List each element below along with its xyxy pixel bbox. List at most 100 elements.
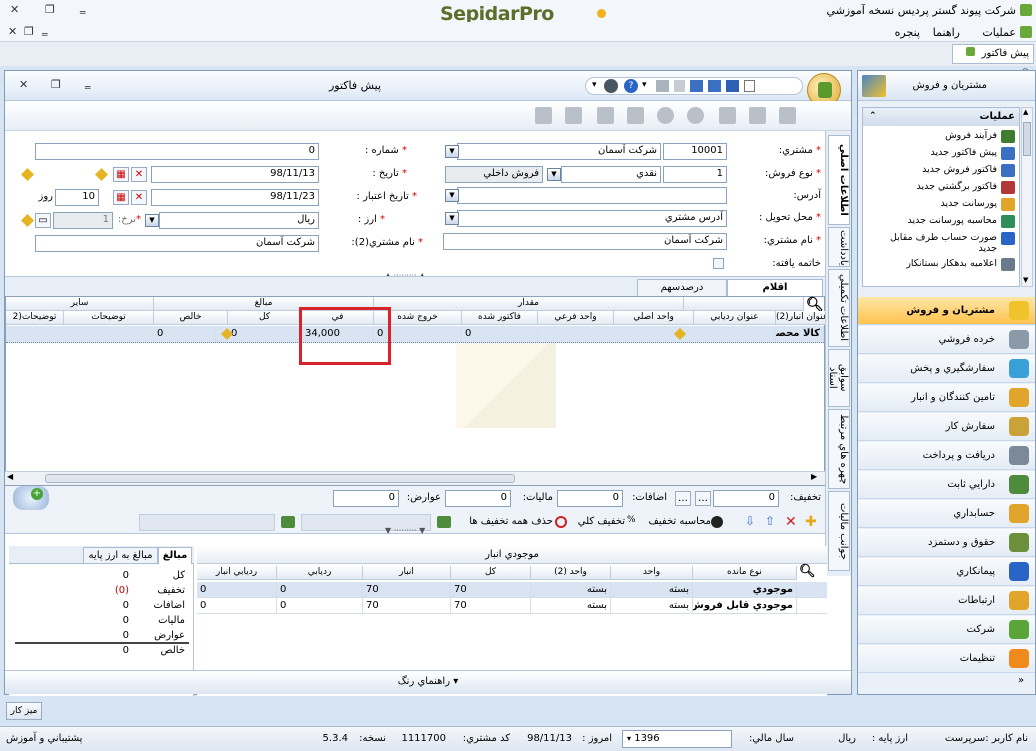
desktop-button[interactable]: ميز کار [6, 702, 42, 720]
horizontal-scrollbar[interactable]: ◀ ▶ [5, 471, 825, 485]
move-down-icon[interactable]: ⇩ [745, 514, 755, 528]
stock-col-track-store[interactable]: رديابي انبار [197, 566, 277, 580]
tab-pre-invoice[interactable]: پیش فاکتور ⊗ [952, 44, 1034, 77]
tax-field[interactable]: 0 [445, 490, 511, 507]
duties-field[interactable]: 0 [333, 490, 399, 507]
minimize-icon[interactable]: ‗ [80, 1, 86, 14]
module-item[interactable]: دارايي ثابت [858, 471, 1035, 499]
remove-discounts-button[interactable]: حذف همه تخفيف ها [461, 516, 553, 527]
sale-type-name-field[interactable]: نقدي [561, 166, 661, 183]
scroll-left-icon[interactable]: ◀ [7, 472, 13, 481]
module-item[interactable]: پيمانکاري [858, 558, 1035, 586]
additions-field[interactable]: 0 [557, 490, 623, 507]
ops-scroll-down-icon[interactable]: ▼ [1023, 276, 1028, 284]
valid-date-field[interactable]: 98/11/23 [151, 189, 319, 206]
tab-base-amounts[interactable]: مبالغ به ارز پايه [83, 547, 158, 564]
ops-scroll-up-icon[interactable]: ▲ [1023, 108, 1028, 116]
module-item[interactable]: حقوق و دستمزد [858, 529, 1035, 557]
menu-operations[interactable]: عمليات [982, 26, 1016, 39]
col-total[interactable]: کل [228, 311, 302, 325]
add-icon[interactable]: ✚ [805, 514, 817, 530]
col-description[interactable]: توضيحات [64, 311, 154, 325]
stock-col-store[interactable]: انبار [363, 566, 451, 580]
tab-items[interactable]: اقلام [727, 279, 823, 297]
module-item[interactable]: مشتريان و فروش [858, 297, 1035, 325]
rate-lookup-icon[interactable]: ▭ [35, 213, 51, 228]
ops-link[interactable]: فاکتور برگشتي جديد [863, 179, 1019, 196]
module-item[interactable]: خرده فروشي [858, 326, 1035, 354]
col-invoiced[interactable]: فاکتور شده [462, 311, 538, 325]
col-tracking[interactable]: عنوان رديابي [694, 311, 776, 325]
print-icon[interactable] [656, 80, 669, 92]
customer-name-field[interactable]: شرکت آسمان [457, 143, 661, 160]
date-field[interactable]: 98/11/13 [151, 166, 319, 183]
mdi-restore-icon[interactable]: ❐ [24, 25, 34, 38]
customer-name-text-field[interactable]: شرکت آسمان [443, 233, 727, 250]
toolbar-icon-2[interactable] [565, 107, 582, 124]
tab-percent[interactable]: درصدسهم [637, 279, 727, 297]
currency-dropdown-icon[interactable]: ▼ [145, 214, 159, 227]
valid-days-field[interactable]: 10 [55, 189, 99, 206]
discount-lookup-icon[interactable]: … [695, 491, 711, 506]
lower-splitter-handle[interactable]: ▼ ········· ▼ [385, 526, 425, 535]
help-dropdown-icon[interactable]: ▾ [642, 80, 647, 90]
table-row[interactable]: موجودي بسته بسته 70 70 0 0 [197, 582, 827, 598]
collapse-icon[interactable]: ⌃ [869, 108, 877, 125]
doc-minimize-icon[interactable]: ‗ [85, 76, 91, 89]
vtab-tax[interactable]: جوانب ماليات [828, 491, 850, 571]
ops-scroll-thumb[interactable] [1023, 122, 1031, 156]
module-item[interactable]: حسابداري [858, 500, 1035, 528]
ops-link[interactable]: اعلاميه بدهکار بستانکار [863, 256, 1019, 273]
doc-restore-icon[interactable]: ❐ [51, 78, 61, 91]
ops-link[interactable]: فاکتور فروش جديد [863, 162, 1019, 179]
menu-window[interactable]: پنجره [895, 26, 920, 39]
copy-icon[interactable] [674, 80, 685, 92]
toolbar-icon-4[interactable] [627, 107, 644, 124]
valid-calendar-icon[interactable]: ▦ [113, 190, 129, 205]
module-item[interactable]: تامين کنندگان و انبار [858, 384, 1035, 412]
ops-link[interactable]: محاسبه پورسانت جديد [863, 213, 1019, 230]
vtab-main[interactable]: اطلاعات اصلي [828, 135, 850, 225]
vtab-extra[interactable]: اطلاعات تکميلي [828, 269, 850, 347]
ops-scrollbar[interactable]: ▲ ▼ [1021, 107, 1033, 287]
delivery-dropdown-icon[interactable]: ▼ [445, 212, 459, 225]
add-row-icon[interactable]: + [13, 486, 49, 510]
vtab-notes[interactable]: يادداشت [828, 227, 850, 267]
customer2-field[interactable]: شرکت آسمان [35, 235, 319, 252]
ops-link[interactable]: پورسانت جديد [863, 196, 1019, 213]
col-main-unit[interactable]: واحد اصلي [614, 311, 694, 325]
col-sub-unit[interactable]: واحد فرعي [538, 311, 614, 325]
stock-col-type[interactable]: نوع مانده [693, 566, 797, 580]
color-guide-bar[interactable]: راهنماي رنگ ▾ [5, 670, 851, 694]
toolbar-icon-6[interactable] [687, 107, 704, 124]
toolbar-icon-9[interactable] [779, 107, 796, 124]
address-dropdown-icon[interactable]: ▼ [445, 189, 459, 202]
fiscal-year-select[interactable]: ▾ 1396 [622, 730, 732, 748]
calc-discount-button[interactable]: محاسبه تخفيف [641, 516, 711, 527]
new-icon[interactable] [744, 80, 755, 92]
mdi-minimize-icon[interactable]: ‗ [42, 23, 48, 36]
date-calendar-icon[interactable]: ▦ [113, 167, 129, 182]
col-net[interactable]: خالص [154, 311, 228, 325]
vtab-history[interactable]: سوابق اسناد [828, 349, 850, 407]
stock-col-track[interactable]: رديابي [277, 566, 363, 580]
stock-search-icon[interactable]: 🔍︎ [799, 564, 816, 579]
module-item[interactable]: ارتباطات [858, 587, 1035, 615]
module-item[interactable]: دريافت و پرداخت [858, 442, 1035, 470]
stock-col-unit[interactable]: واحد [611, 566, 693, 580]
delivery-field[interactable]: آدرس مشتري [457, 210, 727, 227]
module-item[interactable]: تنظيمات [858, 645, 1035, 673]
discount-field[interactable]: 0 [713, 490, 779, 507]
ops-link[interactable]: فرآيند فروش [863, 128, 1019, 145]
currency-field[interactable]: ريال [159, 212, 319, 229]
scroll-thumb[interactable] [45, 474, 515, 483]
toolbar-icon-7[interactable] [719, 107, 736, 124]
table-row[interactable]: کالا محصول 0 0 34,000 0 0 [6, 326, 824, 343]
col-description2[interactable]: توضيحات(2 [6, 311, 64, 325]
date-clear-icon[interactable]: ✕ [131, 167, 147, 182]
disk-icon[interactable] [604, 79, 618, 93]
sale-type-dropdown-icon[interactable]: ▼ [547, 168, 561, 181]
sale-type-code-field[interactable]: 1 [663, 166, 727, 183]
col-warehouse2[interactable]: عنوان انبار(2) [776, 311, 826, 325]
toolbar-icon-1[interactable] [535, 107, 552, 124]
